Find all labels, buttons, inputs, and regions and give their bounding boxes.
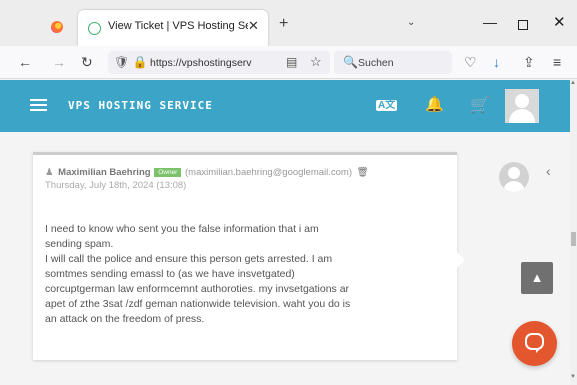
message-line: I need to know who sent you the false in… bbox=[45, 223, 319, 235]
cart-icon[interactable]: 🛒 bbox=[470, 95, 490, 115]
firefox-icon bbox=[51, 21, 63, 33]
minimize-button[interactable]: — bbox=[483, 14, 497, 30]
scroll-to-top-button[interactable]: ▲ bbox=[521, 262, 553, 294]
back-button[interactable]: ← bbox=[18, 54, 32, 70]
maximize-button[interactable] bbox=[518, 20, 528, 30]
owner-badge: Owner bbox=[154, 168, 182, 177]
message-line: apet of zthe 3sat /zdf geman nationwide … bbox=[45, 298, 351, 310]
message-date: Thursday, July 18th, 2024 (13:08) bbox=[45, 180, 187, 191]
message-author-avatar bbox=[499, 162, 529, 192]
window-close-button[interactable]: ✕ bbox=[553, 13, 566, 31]
favicon-icon bbox=[88, 22, 101, 35]
bell-icon[interactable]: 🔔 bbox=[425, 95, 444, 113]
chat-bubble-icon bbox=[525, 333, 544, 350]
author-email: (maximilian.baehring@googlemail.com) bbox=[185, 167, 352, 178]
site-header: VPS HOSTING SERVICE A文 🔔 🛒 bbox=[0, 80, 570, 132]
scroll-up-arrow[interactable]: ▲ bbox=[570, 80, 576, 86]
reader-view-icon[interactable]: ▤ bbox=[286, 55, 297, 69]
avatar-head bbox=[508, 167, 520, 179]
avatar-body bbox=[509, 109, 535, 123]
tab-close-icon[interactable]: ✕ bbox=[248, 18, 259, 34]
browser-tab[interactable]: View Ticket | VPS Hosting Servic ✕ bbox=[78, 10, 268, 46]
reload-button[interactable]: ↻ bbox=[81, 54, 93, 71]
user-icon: ♟ bbox=[45, 167, 54, 178]
scroll-thumb[interactable] bbox=[571, 232, 576, 246]
message-caret bbox=[457, 252, 465, 268]
scroll-down-arrow[interactable]: ▼ bbox=[570, 374, 576, 380]
extensions-icon[interactable]: ⇪ bbox=[523, 54, 535, 71]
browser-navbar: ← → ↻ 🛡 🔒 https://vpshostingserv ▤ ☆ 🔍 S… bbox=[0, 46, 577, 79]
bookmark-star-icon[interactable]: ☆ bbox=[310, 54, 322, 70]
url-bar[interactable]: 🛡 🔒 https://vpshostingserv ▤ ☆ bbox=[108, 51, 330, 74]
message-line: an attack on the freedom of press. bbox=[45, 313, 205, 325]
forward-button[interactable]: → bbox=[52, 54, 66, 70]
search-box[interactable]: 🔍 Suchen bbox=[334, 51, 452, 74]
tab-title: View Ticket | VPS Hosting Servic bbox=[108, 20, 248, 32]
chevron-left-icon[interactable]: ‹ bbox=[546, 163, 551, 179]
ticket-message-card: ♟ Maximilian Baehring Owner (maximilian.… bbox=[33, 152, 457, 360]
pocket-icon[interactable]: ♡ bbox=[464, 54, 477, 71]
list-tabs-button[interactable]: ⌄ bbox=[407, 17, 415, 28]
site-title[interactable]: VPS HOSTING SERVICE bbox=[68, 99, 213, 112]
page-scrollbar[interactable]: ▲ ▼ bbox=[570, 80, 577, 385]
message-line: somtmes sending emassl to (as we have in… bbox=[45, 268, 295, 280]
url-text[interactable]: https://vpshostingserv bbox=[150, 57, 282, 69]
hamburger-menu-icon[interactable] bbox=[30, 99, 47, 111]
author-line: ♟ Maximilian Baehring Owner (maximilian.… bbox=[45, 167, 369, 178]
message-line: sending spam. bbox=[45, 238, 114, 250]
message-body: I need to know who sent you the false in… bbox=[45, 222, 451, 327]
search-icon: 🔍 bbox=[343, 55, 358, 69]
chat-button[interactable] bbox=[512, 321, 557, 366]
menu-icon[interactable]: ≡ bbox=[553, 54, 561, 70]
author-name: Maximilian Baehring bbox=[58, 167, 151, 178]
lock-icon: 🛡 🔒 bbox=[114, 55, 148, 69]
avatar-head bbox=[515, 94, 529, 108]
message-line: corcuptgerman law enformcemnt authorotie… bbox=[45, 283, 350, 295]
browser-tab-strip: View Ticket | VPS Hosting Servic ✕ + ⌄ —… bbox=[0, 0, 577, 46]
message-line: I will call the police and ensure this p… bbox=[45, 253, 333, 265]
downloads-icon[interactable]: ↓ bbox=[493, 54, 500, 70]
trash-icon[interactable]: 🗑 bbox=[357, 167, 369, 178]
language-icon[interactable]: A文 bbox=[376, 100, 398, 111]
avatar-body bbox=[503, 181, 525, 192]
chat-bubble-tail bbox=[536, 348, 541, 353]
user-avatar[interactable] bbox=[505, 89, 539, 123]
new-tab-button[interactable]: + bbox=[279, 15, 288, 33]
search-placeholder: Suchen bbox=[358, 57, 394, 69]
